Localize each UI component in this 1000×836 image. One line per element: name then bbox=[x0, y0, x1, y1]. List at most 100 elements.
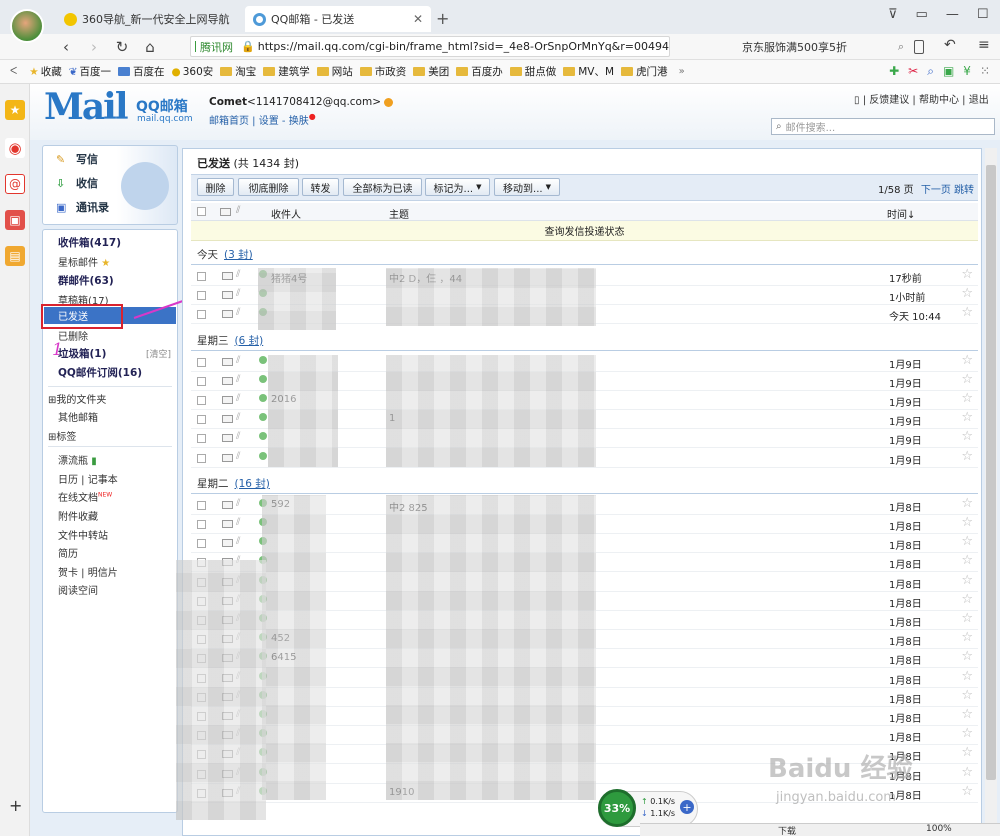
row-checkbox[interactable] bbox=[197, 291, 206, 301]
watermark-logo: Baidu 经验 bbox=[768, 754, 913, 784]
delivery-status-link: 查询发信投递状态 bbox=[544, 227, 625, 238]
sent-time: 1月8日 bbox=[889, 618, 922, 629]
sent-time: 1月8日 bbox=[889, 579, 922, 591]
star-icon[interactable]: ☆ bbox=[961, 745, 973, 760]
attachment-icon: ⫽ bbox=[236, 412, 241, 424]
up-arrow-icon: ↑ bbox=[641, 797, 648, 806]
page-indicator: 1/58 页 bbox=[878, 185, 914, 196]
sent-time: 1月8日 bbox=[889, 560, 922, 572]
envelope-icon bbox=[222, 396, 233, 404]
delivery-status-bar[interactable]: 查询发信投递状态 bbox=[191, 221, 978, 241]
mark-all-read-button[interactable]: 全部标为已读 bbox=[343, 178, 422, 196]
group-divider bbox=[191, 349, 978, 351]
row-checkbox[interactable] bbox=[197, 376, 206, 386]
row-checkbox[interactable] bbox=[197, 396, 206, 405]
star-icon[interactable]: ☆ bbox=[961, 765, 973, 780]
mark-as-dropdown[interactable]: 标记为... ▼ bbox=[425, 178, 490, 196]
sent-time: 1月8日 bbox=[889, 522, 922, 533]
attachment-icon: ⫽ bbox=[236, 536, 241, 548]
sent-time: 1月9日 bbox=[889, 378, 922, 390]
row-checkbox[interactable] bbox=[197, 539, 206, 549]
row-checkbox[interactable] bbox=[197, 272, 206, 281]
attachment-icon: ⫽ bbox=[236, 393, 241, 404]
column-time[interactable]: 时间↓ bbox=[887, 206, 915, 221]
star-icon[interactable]: ☆ bbox=[961, 669, 973, 684]
sent-time: 17秒前 bbox=[889, 274, 922, 285]
star-icon[interactable]: ☆ bbox=[961, 372, 973, 387]
delete-button[interactable]: 删除 bbox=[197, 178, 234, 196]
sent-time: 1月9日 bbox=[889, 359, 922, 371]
star-icon[interactable]: ☆ bbox=[961, 573, 973, 588]
profile-avatar[interactable] bbox=[10, 9, 44, 43]
star-icon[interactable]: ☆ bbox=[961, 286, 973, 301]
add-icon[interactable]: + bbox=[680, 800, 694, 814]
envelope-icon bbox=[222, 376, 233, 385]
star-icon[interactable]: ☆ bbox=[961, 429, 973, 444]
zoom-level[interactable]: 100% bbox=[926, 824, 952, 834]
envelope-icon bbox=[222, 291, 233, 300]
star-icon[interactable]: ☆ bbox=[961, 410, 973, 425]
sent-time: 1月8日 bbox=[889, 675, 922, 687]
sent-time: 1月8日 bbox=[889, 502, 922, 514]
row-checkbox[interactable] bbox=[197, 453, 206, 463]
sent-time: 1月9日 bbox=[889, 436, 922, 448]
star-icon[interactable]: ☆ bbox=[961, 449, 973, 464]
group-divider bbox=[191, 264, 978, 265]
group-count-link[interactable]: (6 封) bbox=[235, 335, 264, 347]
star-icon[interactable]: ☆ bbox=[961, 784, 973, 799]
sent-time: 1月8日 bbox=[889, 598, 922, 610]
privacy-pixelation bbox=[386, 355, 596, 467]
row-checkbox[interactable] bbox=[197, 520, 206, 529]
next-page-link[interactable]: 下一页 bbox=[921, 185, 951, 196]
group-header: 星期二 (16 封) bbox=[197, 476, 270, 491]
download-speed: ↓ 1.1K/s bbox=[641, 809, 676, 818]
star-icon[interactable]: ☆ bbox=[961, 688, 973, 703]
row-checkbox[interactable] bbox=[197, 415, 206, 425]
sent-time: 1小时前 bbox=[889, 293, 926, 305]
star-icon[interactable]: ☆ bbox=[961, 592, 973, 607]
star-icon[interactable]: ☆ bbox=[961, 267, 973, 282]
sent-time: 1月9日 bbox=[889, 455, 922, 467]
star-icon[interactable]: ☆ bbox=[961, 726, 973, 741]
sent-time: 1月8日 bbox=[889, 714, 922, 725]
star-icon[interactable]: ☆ bbox=[961, 515, 973, 530]
star-icon[interactable]: ☆ bbox=[961, 353, 973, 368]
annotation-mark-1: 1 bbox=[52, 340, 63, 360]
attachment-column-icon: ⫽ bbox=[236, 205, 241, 216]
attachment-icon: ⫽ bbox=[236, 497, 241, 509]
group-count-link[interactable]: (3 封) bbox=[224, 249, 253, 261]
group-header: 今天 (3 封) bbox=[197, 247, 253, 262]
pager: 1/58 页 下一页 跳转 bbox=[878, 181, 974, 196]
group-count-link[interactable]: (16 封) bbox=[235, 478, 270, 490]
row-checkbox[interactable] bbox=[197, 357, 206, 367]
attachment-icon: ⫽ bbox=[236, 307, 241, 319]
row-checkbox[interactable] bbox=[197, 310, 206, 320]
dropdown-arrow-icon: ▼ bbox=[545, 183, 551, 191]
envelope-icon bbox=[222, 434, 233, 443]
attachment-icon: ⫽ bbox=[236, 517, 241, 528]
column-subject[interactable]: 主题 bbox=[389, 206, 409, 221]
star-icon[interactable]: ☆ bbox=[961, 496, 973, 511]
row-checkbox[interactable] bbox=[197, 434, 206, 444]
move-to-dropdown[interactable]: 移动到... ▼ bbox=[494, 178, 560, 196]
attachment-icon: ⫽ bbox=[236, 354, 241, 366]
attachment-icon: ⫽ bbox=[236, 288, 241, 300]
star-icon[interactable]: ☆ bbox=[961, 391, 973, 406]
scrollbar-thumb[interactable] bbox=[986, 165, 996, 780]
star-icon[interactable]: ☆ bbox=[961, 305, 973, 320]
row-checkbox[interactable] bbox=[197, 500, 206, 510]
delete-permanently-button[interactable]: 彻底删除 bbox=[238, 178, 299, 196]
envelope-icon bbox=[222, 539, 233, 548]
star-icon[interactable]: ☆ bbox=[961, 553, 973, 568]
privacy-pixelation bbox=[176, 560, 266, 820]
select-all-checkbox[interactable] bbox=[197, 207, 206, 216]
jump-link[interactable]: 跳转 bbox=[954, 185, 974, 196]
star-icon[interactable]: ☆ bbox=[961, 630, 973, 645]
star-icon[interactable]: ☆ bbox=[961, 649, 973, 664]
star-icon[interactable]: ☆ bbox=[961, 611, 973, 626]
forward-button[interactable]: 转发 bbox=[302, 178, 339, 196]
star-icon[interactable]: ☆ bbox=[961, 707, 973, 722]
download-label[interactable]: 下载 bbox=[778, 824, 796, 836]
star-icon[interactable]: ☆ bbox=[961, 534, 973, 549]
column-recipient[interactable]: 收件人 bbox=[271, 206, 301, 221]
